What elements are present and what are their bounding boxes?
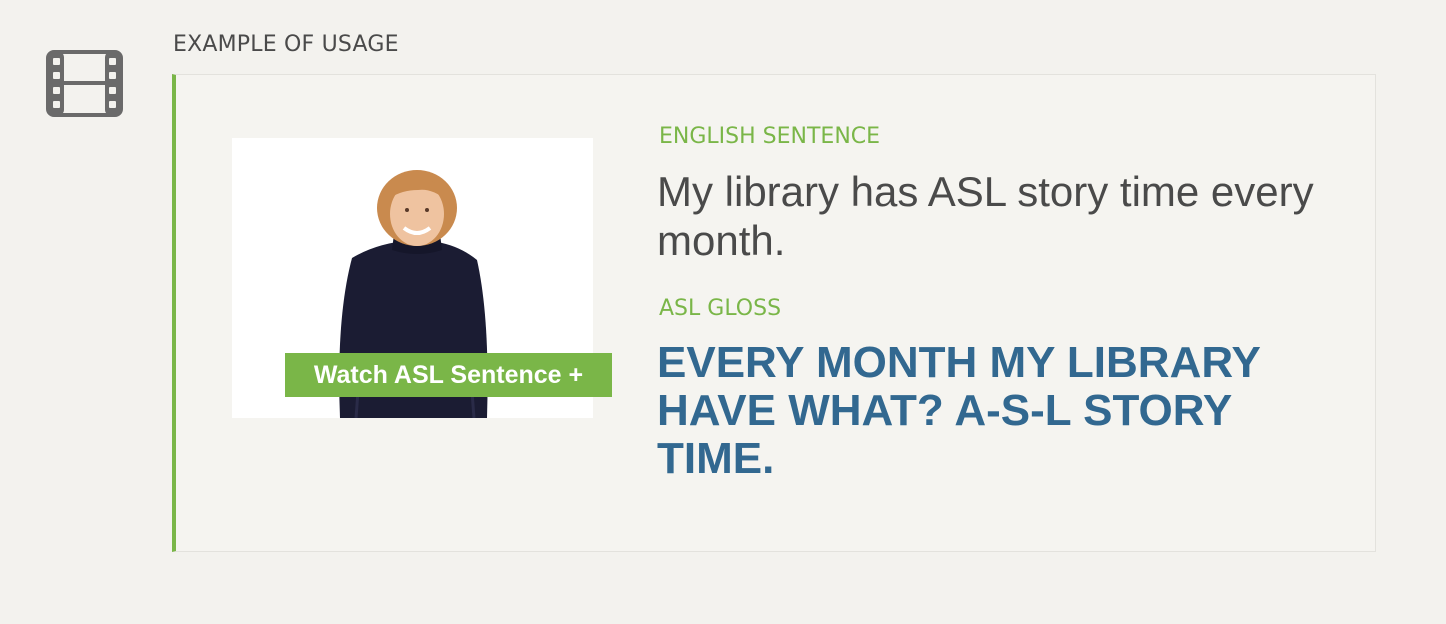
asl-gloss-text: EVERY MONTH MY LIBRARY HAVE WHAT? A-S-L … — [657, 338, 1261, 483]
watch-asl-sentence-button[interactable]: Watch ASL Sentence + — [285, 353, 612, 397]
usage-example-card: Watch ASL Sentence + ENGLISH SENTENCE My… — [172, 74, 1376, 552]
section-label: EXAMPLE OF USAGE — [173, 32, 399, 57]
asl-gloss-label: ASL GLOSS — [659, 296, 782, 321]
english-sentence-label: ENGLISH SENTENCE — [659, 124, 881, 149]
english-sentence-text: My library has ASL story time every mont… — [657, 168, 1314, 264]
film-icon — [46, 50, 123, 117]
